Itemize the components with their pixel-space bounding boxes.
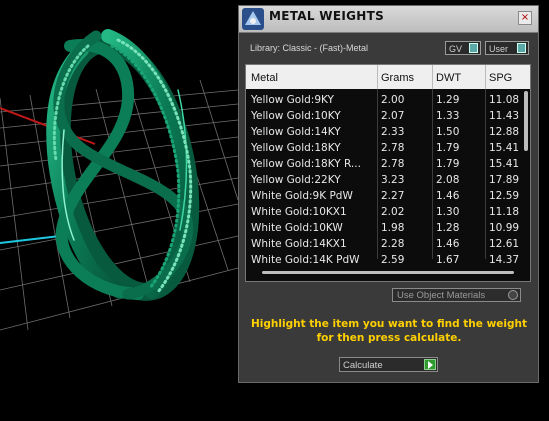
table-row[interactable]: Yellow Gold:14KY 2.33 1.50 12.88 [246, 124, 530, 140]
column-header-spg[interactable]: SPG [489, 71, 512, 85]
table-row[interactable]: White Gold:14KX1 2.28 1.46 12.61 [246, 236, 530, 252]
panel-title: METAL WEIGHTS [269, 9, 385, 23]
close-button[interactable]: × [518, 11, 532, 25]
metal-table[interactable]: Metal Grams DWT SPG Yellow Gold:9KY 2.00 1… [245, 64, 531, 282]
cell-metal: White Gold:9K PdW [251, 190, 353, 202]
header-divider [485, 65, 486, 89]
cell-metal: Yellow Gold:14KY [251, 126, 341, 138]
cell-dwt: 1.79 [436, 158, 460, 170]
table-row[interactable]: White Gold:10KW 1.98 1.28 10.99 [246, 220, 530, 236]
cell-metal: Yellow Gold:18KY [251, 142, 341, 154]
horizontal-scrollbar[interactable] [262, 271, 514, 274]
cell-spg: 11.08 [489, 94, 520, 106]
cell-spg: 12.88 [489, 126, 520, 138]
cell-spg: 12.59 [489, 190, 520, 202]
cell-dwt: 1.50 [436, 126, 460, 138]
cell-grams: 2.00 [381, 94, 405, 106]
column-header-metal[interactable]: Metal [251, 71, 278, 85]
z-axis-line [0, 235, 61, 244]
cell-dwt: 1.30 [436, 206, 460, 218]
cell-spg: 15.41 [489, 158, 520, 170]
toggle-switch-icon [469, 43, 478, 53]
instruction-line: for then press calculate. [316, 332, 462, 344]
gv-toggle[interactable]: GV [445, 41, 481, 55]
cell-metal: White Gold:10KW [251, 222, 343, 234]
cell-grams: 2.78 [381, 158, 405, 170]
cell-dwt: 1.33 [436, 110, 460, 122]
cell-metal: Yellow Gold:10KY [251, 110, 341, 122]
cell-grams: 2.78 [381, 142, 405, 154]
table-header: Metal Grams DWT SPG [246, 65, 530, 89]
column-header-grams[interactable]: Grams [381, 71, 414, 85]
cell-dwt: 1.46 [436, 190, 460, 202]
cell-spg: 11.18 [489, 206, 520, 218]
instruction-text: Highlight the item you want to find the … [249, 317, 529, 345]
cell-metal: Yellow Gold:22KY [251, 174, 341, 186]
twisted-ring-model[interactable] [41, 29, 211, 303]
cell-dwt: 2.08 [436, 174, 460, 186]
cell-spg: 11.43 [489, 110, 520, 122]
cell-metal: Yellow Gold:9KY [251, 94, 334, 106]
cell-spg: 10.99 [489, 222, 520, 234]
use-object-materials-option[interactable]: Use Object Materials [392, 288, 521, 302]
header-divider [377, 65, 378, 89]
cell-dwt: 1.29 [436, 94, 460, 106]
vertical-scrollbar[interactable] [524, 91, 528, 151]
cell-dwt: 1.28 [436, 222, 460, 234]
cell-dwt: 1.46 [436, 238, 460, 250]
cell-metal: White Gold:10KX1 [251, 206, 347, 218]
header-divider [432, 65, 433, 89]
cell-grams: 1.98 [381, 222, 405, 234]
calculate-button[interactable]: Calculate [339, 357, 438, 372]
play-arrow-icon [424, 359, 436, 370]
instruction-line: Highlight the item you want to find the … [251, 318, 527, 330]
gv-toggle-label: GV [449, 44, 463, 54]
metal-weights-panel: METAL WEIGHTS × Library: Classic - (Fast… [238, 5, 539, 383]
panel-titlebar[interactable]: METAL WEIGHTS × [239, 6, 538, 33]
table-body: Yellow Gold:9KY 2.00 1.29 11.08 Yellow Gold… [246, 92, 530, 268]
cell-grams: 3.23 [381, 174, 405, 186]
table-row[interactable]: Yellow Gold:22KY 3.23 2.08 17.89 [246, 172, 530, 188]
cell-grams: 2.28 [381, 238, 405, 250]
cell-grams: 2.33 [381, 126, 405, 138]
app-logo-icon [242, 8, 264, 30]
cell-dwt: 1.79 [436, 142, 460, 154]
cell-spg: 17.89 [489, 174, 520, 186]
column-header-dwt[interactable]: DWT [436, 71, 461, 85]
table-row[interactable]: White Gold:9K PdW 2.27 1.46 12.59 [246, 188, 530, 204]
user-toggle[interactable]: User [485, 41, 529, 55]
calculate-label: Calculate [343, 360, 383, 371]
table-row[interactable]: Yellow Gold:18KY R... 2.78 1.79 15.41 [246, 156, 530, 172]
cell-spg: 12.61 [489, 238, 520, 250]
library-label: Library: Classic - (Fast)-Metal [250, 43, 369, 53]
table-row[interactable]: White Gold:10KX1 2.02 1.30 11.18 [246, 204, 530, 220]
table-row[interactable]: Yellow Gold:18KY 2.78 1.79 15.41 [246, 140, 530, 156]
cell-grams: 2.02 [381, 206, 405, 218]
user-toggle-label: User [489, 44, 509, 54]
table-row[interactable]: Yellow Gold:9KY 2.00 1.29 11.08 [246, 92, 530, 108]
table-row[interactable]: Yellow Gold:10KY 2.07 1.33 11.43 [246, 108, 530, 124]
use-object-materials-label: Use Object Materials [397, 290, 486, 301]
cell-metal: Yellow Gold:18KY R... [251, 158, 361, 170]
cell-spg: 15.41 [489, 142, 520, 154]
toggle-switch-icon [517, 43, 526, 53]
cell-metal: White Gold:14KX1 [251, 238, 347, 250]
cell-grams: 2.27 [381, 190, 405, 202]
radio-icon [508, 290, 518, 300]
cell-grams: 2.07 [381, 110, 405, 122]
